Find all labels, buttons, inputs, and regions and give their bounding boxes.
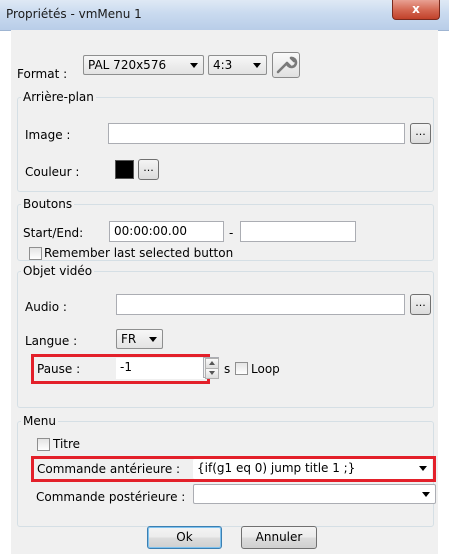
- buttons-group-title: Boutons: [21, 197, 75, 211]
- background-group: [17, 97, 434, 192]
- pause-unit-label: s: [224, 362, 231, 376]
- time-separator: -: [229, 226, 234, 240]
- start-time-input[interactable]: 00:00:00.00: [109, 221, 224, 242]
- loop-checkbox[interactable]: [235, 362, 248, 375]
- format-resolution-value: PAL 720x576: [88, 58, 167, 72]
- end-time-input[interactable]: [240, 221, 356, 242]
- image-label: Image :: [25, 128, 71, 142]
- chevron-down-icon: [422, 492, 430, 497]
- image-browse-button[interactable]: ...: [410, 123, 431, 144]
- dialog-body: Format : PAL 720x576 4:3 Arrière-plan Im…: [11, 30, 438, 554]
- loop-label: Loop: [251, 362, 280, 376]
- title-bar: Propriétés - vmMenu 1 x: [0, 0, 449, 31]
- chevron-down-icon: [253, 63, 261, 68]
- pre-command-label: Commande antérieure :: [37, 462, 181, 476]
- format-aspect-value: 4:3: [213, 58, 233, 72]
- language-value: FR: [121, 332, 137, 346]
- post-command-label: Commande postérieure :: [36, 490, 186, 504]
- post-command-select[interactable]: [193, 484, 436, 504]
- chevron-down-icon: [419, 466, 427, 471]
- format-label: Format :: [17, 67, 68, 81]
- cancel-button[interactable]: Annuler: [241, 526, 317, 549]
- color-label: Couleur :: [25, 165, 80, 179]
- spin-down-icon[interactable]: [205, 368, 219, 379]
- color-swatch[interactable]: [115, 160, 134, 179]
- image-path-input[interactable]: [108, 123, 405, 144]
- close-icon: x: [412, 2, 420, 16]
- audio-browse-button[interactable]: ...: [410, 294, 431, 315]
- color-picker-button[interactable]: ...: [138, 159, 159, 180]
- language-label: Langue :: [25, 334, 78, 348]
- audio-path-input[interactable]: [116, 294, 405, 315]
- wrench-icon: [276, 56, 298, 74]
- settings-button[interactable]: [272, 52, 300, 78]
- video-object-group: [17, 271, 434, 408]
- background-group-title: Arrière-plan: [21, 90, 96, 104]
- format-resolution-select[interactable]: PAL 720x576: [83, 55, 204, 75]
- format-aspect-select[interactable]: 4:3: [208, 55, 267, 75]
- audio-label: Audio :: [25, 300, 67, 314]
- window-title: Propriétés - vmMenu 1: [6, 7, 142, 21]
- ok-button[interactable]: Ok: [147, 526, 222, 549]
- title-checkbox[interactable]: [37, 438, 50, 451]
- pause-spinner[interactable]: [203, 357, 219, 379]
- close-button[interactable]: x: [392, 0, 440, 20]
- pre-command-value: {if(g1 eq 0) jump title 1 ;}: [197, 461, 356, 475]
- chevron-down-icon: [149, 337, 157, 342]
- language-select[interactable]: FR: [116, 329, 163, 349]
- pause-label: Pause :: [37, 362, 81, 376]
- pause-input[interactable]: -1: [116, 358, 205, 379]
- video-object-group-title: Objet vidéo: [21, 264, 95, 278]
- chevron-down-icon: [190, 63, 198, 68]
- remember-checkbox[interactable]: [29, 247, 42, 260]
- menu-group-title: Menu: [21, 414, 58, 428]
- start-end-label: Start/End:: [23, 226, 84, 240]
- pre-command-select[interactable]: {if(g1 eq 0) jump title 1 ;}: [193, 459, 432, 479]
- remember-label: Remember last selected button: [44, 246, 234, 260]
- title-checkbox-label: Titre: [53, 437, 81, 451]
